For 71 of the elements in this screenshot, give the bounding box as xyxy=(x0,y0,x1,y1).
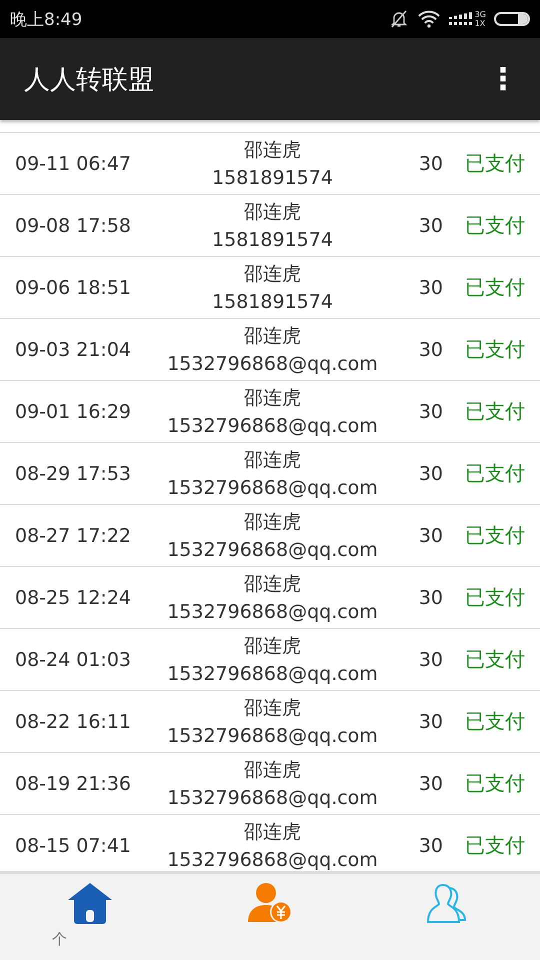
payment-time: 09-06 18:51 xyxy=(14,276,132,298)
payee-name: 邵连虎 xyxy=(244,138,301,162)
payee-account: 1581891574 xyxy=(212,166,333,190)
payment-time: 09-08 17:58 xyxy=(14,214,132,236)
payment-amount: 30 xyxy=(418,276,444,298)
payment-amount: 30 xyxy=(418,338,444,360)
payment-status: 已支付 xyxy=(465,832,525,859)
payee-name: 邵连虎 xyxy=(244,820,301,844)
payment-amount: 30 xyxy=(418,214,444,236)
payee-account: 1532796868@qq.com xyxy=(167,662,378,686)
payee-name: 邵连虎 xyxy=(244,572,301,596)
payment-time: 08-25 12:24 xyxy=(14,586,132,608)
payment-status: 已支付 xyxy=(465,708,525,735)
payment-status: 已支付 xyxy=(465,212,525,239)
payment-status: 已支付 xyxy=(465,522,525,549)
signal-icon xyxy=(448,11,473,27)
payment-status: 已支付 xyxy=(465,646,525,673)
network-type-label: 1X xyxy=(474,19,486,28)
payment-amount: 30 xyxy=(418,772,444,794)
payee-name: 邵连虎 xyxy=(244,386,301,410)
payee-account: 1581891574 xyxy=(212,290,333,314)
menu-button[interactable]: ⋮ xyxy=(480,62,526,96)
payee-account: 1532796868@qq.com xyxy=(167,786,378,810)
status-time: 晚上8:49 xyxy=(10,8,82,30)
payment-amount: 30 xyxy=(418,400,444,422)
payee-name: 邵连虎 xyxy=(244,696,301,720)
payment-time: 08-15 07:41 xyxy=(14,834,132,856)
payee-name: 邵连虎 xyxy=(244,324,301,348)
payment-time: 08-29 17:53 xyxy=(14,462,132,484)
network-type-label: 3G xyxy=(474,10,486,19)
battery-icon xyxy=(494,12,530,26)
payment-amount: 30 xyxy=(418,710,444,732)
payee-name: 邵连虎 xyxy=(244,200,301,224)
payment-status: 已支付 xyxy=(465,584,525,611)
payee-account: 1532796868@qq.com xyxy=(167,724,378,748)
payment-amount: 30 xyxy=(418,152,444,174)
payment-status: 已支付 xyxy=(465,460,525,487)
payee-name: 邵连虎 xyxy=(244,510,301,534)
payment-time: 08-24 01:03 xyxy=(14,648,132,670)
payment-time: 08-27 17:22 xyxy=(14,524,132,546)
payment-time: 08-22 16:11 xyxy=(14,710,132,732)
payment-amount: 30 xyxy=(418,834,444,856)
payment-status: 已支付 xyxy=(465,398,525,425)
payment-amount: 30 xyxy=(418,524,444,546)
app-title: 人人转联盟 xyxy=(24,64,154,96)
payee-account: 1532796868@qq.com xyxy=(167,848,378,871)
payee-account: 1532796868@qq.com xyxy=(167,352,378,376)
payment-time: 08-19 21:36 xyxy=(14,772,132,794)
payment-status: 已支付 xyxy=(465,274,525,301)
payment-amount: 30 xyxy=(418,586,444,608)
payee-name: 邵连虎 xyxy=(244,262,301,286)
home-icon xyxy=(67,882,113,924)
payment-time: 09-03 21:04 xyxy=(14,338,132,360)
payee-name: 邵连虎 xyxy=(244,634,301,658)
muted-bell-icon xyxy=(388,9,409,29)
payee-account: 1532796868@qq.com xyxy=(167,414,378,438)
payee-account: 1581891574 xyxy=(212,228,333,252)
person-yen-icon xyxy=(247,882,293,924)
wifi-icon xyxy=(416,10,441,28)
payee-name: 邵连虎 xyxy=(244,758,301,782)
payment-amount: 30 xyxy=(418,462,444,484)
payee-account: 1532796868@qq.com xyxy=(167,538,378,562)
payment-time: 09-11 06:47 xyxy=(14,152,132,174)
payment-status: 已支付 xyxy=(465,770,525,797)
payee-account: 1532796868@qq.com xyxy=(167,600,378,624)
payee-account: 1532796868@qq.com xyxy=(167,476,378,500)
payment-status: 已支付 xyxy=(465,336,525,363)
payment-amount: 30 xyxy=(418,648,444,670)
payee-name: 邵连虎 xyxy=(244,448,301,472)
payment-status: 已支付 xyxy=(465,150,525,177)
payment-time: 09-01 16:29 xyxy=(14,400,132,422)
